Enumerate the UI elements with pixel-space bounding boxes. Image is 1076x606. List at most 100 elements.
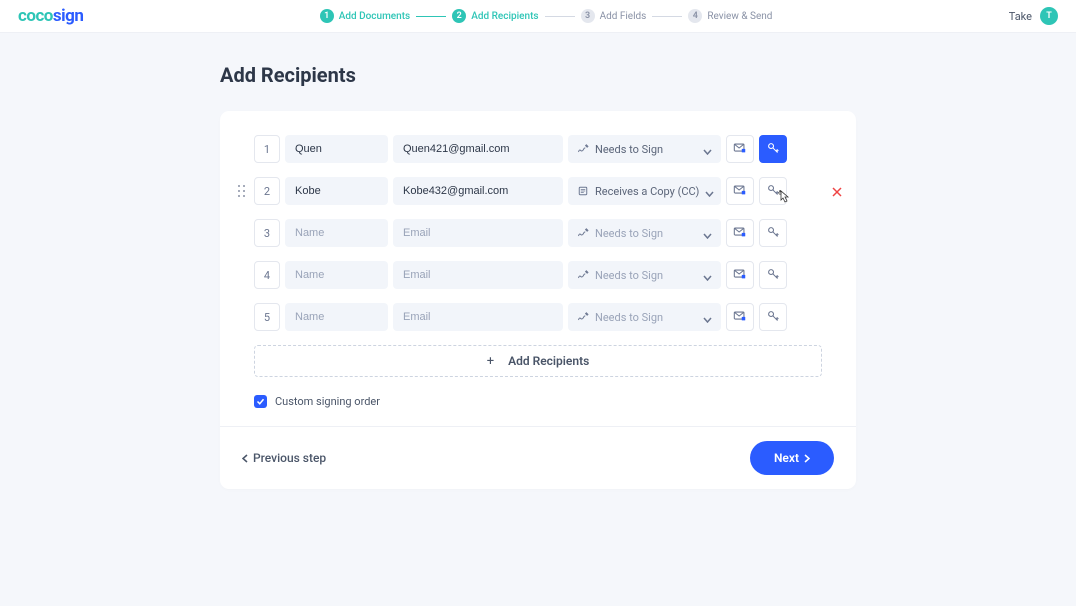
avatar: T	[1040, 7, 1058, 25]
chevron-left-icon	[242, 454, 248, 463]
row-number: 4	[254, 261, 280, 289]
row-number: 1	[254, 135, 280, 163]
plus-icon: +	[487, 354, 494, 369]
signature-icon	[577, 224, 589, 243]
name-input[interactable]	[285, 135, 388, 163]
envelope-button[interactable]	[726, 261, 754, 289]
key-icon	[767, 224, 780, 243]
custom-order-row: Custom signing order	[220, 377, 856, 426]
envelope-icon	[733, 266, 747, 285]
user-name: Take	[1009, 10, 1032, 23]
chevron-down-icon	[703, 224, 712, 243]
email-input[interactable]	[393, 135, 563, 163]
app-header: cocosign 1 Add Documents 2 Add Recipients 3A…	[0, 0, 1076, 33]
delete-button[interactable]	[832, 182, 842, 201]
recipient-row: 1 Needs to Sign	[220, 135, 856, 163]
step-1[interactable]: 1 Add Documents	[320, 9, 410, 23]
key-icon	[767, 140, 780, 159]
envelope-icon	[733, 224, 747, 243]
next-button[interactable]: Next	[750, 441, 834, 475]
custom-order-checkbox[interactable]	[254, 395, 267, 408]
envelope-button[interactable]	[726, 219, 754, 247]
chevron-down-icon	[703, 140, 712, 159]
role-select[interactable]: Needs to Sign	[568, 303, 721, 331]
envelope-button[interactable]	[726, 135, 754, 163]
role-select[interactable]: Receives a Copy (CC)	[568, 177, 721, 205]
step-num: 1	[320, 9, 334, 23]
add-recipients-label: Add Recipients	[508, 354, 589, 368]
recipients-list: 1 Needs to Sign 2 Receives a Copy (CC) 3	[220, 135, 856, 331]
email-input[interactable]	[393, 219, 563, 247]
key-button[interactable]	[759, 261, 787, 289]
step-label: Add Fields	[600, 11, 647, 22]
signature-icon	[577, 266, 589, 285]
step-line	[545, 16, 575, 17]
recipient-row: 5 Needs to Sign	[220, 303, 856, 331]
page-title: Add Recipients	[220, 63, 1076, 87]
logo-part2: sign	[53, 6, 83, 26]
row-number: 2	[254, 177, 280, 205]
name-input[interactable]	[285, 219, 388, 247]
logo[interactable]: cocosign	[18, 6, 83, 26]
recipient-row: 2 Receives a Copy (CC)	[220, 177, 856, 205]
chevron-down-icon	[703, 266, 712, 285]
signature-icon	[577, 308, 589, 327]
step-label: Add Documents	[339, 11, 410, 22]
cursor-icon	[777, 190, 791, 206]
step-label: Review & Send	[707, 11, 772, 22]
role-label: Needs to Sign	[595, 143, 697, 156]
name-input[interactable]	[285, 261, 388, 289]
role-label: Needs to Sign	[595, 269, 697, 282]
recipients-card: 1 Needs to Sign 2 Receives a Copy (CC) 3	[220, 111, 856, 489]
recipient-row: 3 Needs to Sign	[220, 219, 856, 247]
row-number: 5	[254, 303, 280, 331]
drag-handle-icon[interactable]	[234, 184, 248, 198]
close-icon	[832, 182, 842, 201]
name-input[interactable]	[285, 177, 388, 205]
email-input[interactable]	[393, 261, 563, 289]
custom-order-label: Custom signing order	[275, 395, 380, 408]
step-num: 4	[688, 9, 702, 23]
key-button[interactable]	[759, 135, 787, 163]
step-num: 2	[452, 9, 466, 23]
previous-label: Previous step	[253, 451, 326, 465]
main-container: Add Recipients 1 Needs to Sign 2 Receive…	[0, 33, 1076, 489]
role-select[interactable]: Needs to Sign	[568, 135, 721, 163]
step-line	[416, 16, 446, 17]
check-icon	[256, 397, 265, 406]
document-icon	[577, 182, 589, 201]
key-icon	[767, 308, 780, 327]
key-icon	[767, 266, 780, 285]
step-line	[652, 16, 682, 17]
email-input[interactable]	[393, 303, 563, 331]
step-4[interactable]: 4 Review & Send	[688, 9, 772, 23]
next-label: Next	[774, 451, 799, 465]
name-input[interactable]	[285, 303, 388, 331]
signature-icon	[577, 140, 589, 159]
email-input[interactable]	[393, 177, 563, 205]
key-button[interactable]	[759, 303, 787, 331]
envelope-button[interactable]	[726, 303, 754, 331]
step-label: Add Recipients	[471, 11, 538, 22]
row-number: 3	[254, 219, 280, 247]
step-3[interactable]: 3 Add Fields	[581, 9, 647, 23]
step-num: 3	[581, 9, 595, 23]
role-select[interactable]: Needs to Sign	[568, 219, 721, 247]
chevron-right-icon	[804, 454, 810, 463]
envelope-icon	[733, 182, 747, 201]
envelope-icon	[733, 308, 747, 327]
role-label: Receives a Copy (CC)	[595, 185, 699, 198]
card-footer: Previous step Next	[220, 426, 856, 489]
envelope-icon	[733, 140, 747, 159]
recipient-row: 4 Needs to Sign	[220, 261, 856, 289]
role-label: Needs to Sign	[595, 311, 697, 324]
key-button[interactable]	[759, 219, 787, 247]
chevron-down-icon	[705, 182, 714, 201]
role-select[interactable]: Needs to Sign	[568, 261, 721, 289]
step-2[interactable]: 2 Add Recipients	[452, 9, 538, 23]
add-recipients-button[interactable]: + Add Recipients	[254, 345, 822, 377]
envelope-button[interactable]	[726, 177, 754, 205]
user-menu[interactable]: Take T	[1009, 7, 1058, 25]
previous-button[interactable]: Previous step	[242, 451, 326, 465]
stepper: 1 Add Documents 2 Add Recipients 3 Add Fields…	[320, 9, 773, 23]
